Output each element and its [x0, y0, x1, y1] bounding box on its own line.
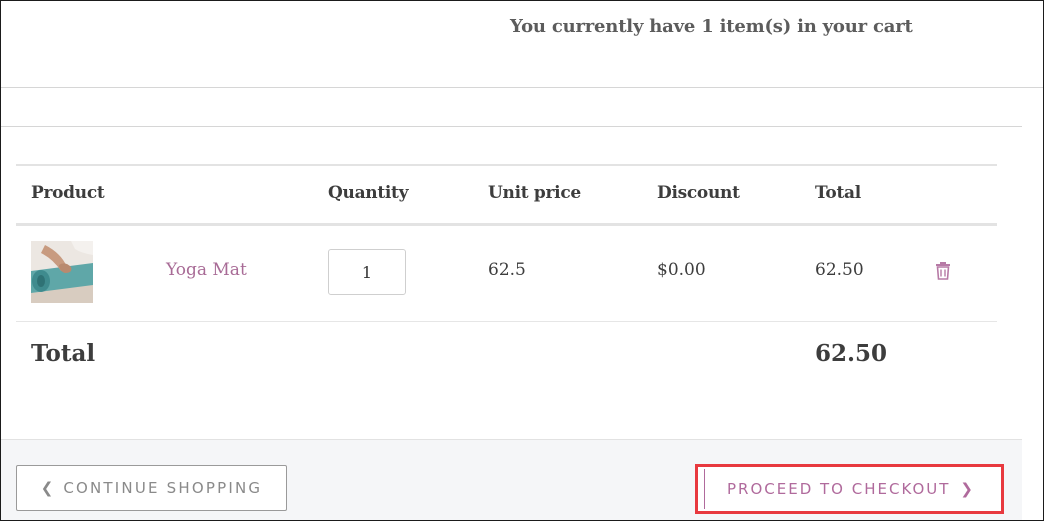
header-total: Total [815, 183, 861, 203]
discount-value: $0.00 [657, 260, 706, 280]
header-quantity: Quantity [328, 183, 409, 203]
cart-summary-bar: You currently have 1 item(s) in your car… [1, 1, 1043, 88]
proceed-to-checkout-button[interactable]: PROCEED TO CHECKOUT ❯ [695, 464, 1004, 514]
cart-actions: ❮ CONTINUE SHOPPING PROCEED TO CHECKOUT … [1, 439, 1022, 520]
table-header: Product Quantity Unit price Discount Tot… [16, 164, 997, 226]
header-discount: Discount [657, 183, 740, 203]
cart-count-message: You currently have 1 item(s) in your car… [510, 16, 913, 37]
cart-table: Product Quantity Unit price Discount Tot… [16, 164, 997, 386]
table-row: Yoga Mat 62.5 $0.00 62.50 [16, 226, 997, 322]
divider [1, 126, 1022, 127]
header-unit-price: Unit price [488, 183, 581, 203]
checkout-label: PROCEED TO CHECKOUT [726, 480, 951, 498]
product-link-yoga-mat[interactable]: Yoga Mat [166, 260, 247, 280]
continue-shopping-button[interactable]: ❮ CONTINUE SHOPPING [16, 465, 287, 511]
chevron-right-icon: ❯ [960, 480, 973, 498]
chevron-left-icon: ❮ [40, 479, 54, 497]
cart-page: You currently have 1 item(s) in your car… [0, 0, 1044, 521]
checkout-button-inner: PROCEED TO CHECKOUT ❯ [704, 469, 995, 509]
cart-total-label: Total [31, 340, 96, 367]
yoga-mat-photo-icon [31, 241, 93, 303]
line-total-value: 62.50 [815, 260, 864, 280]
cart-total-row: Total 62.50 [16, 322, 997, 386]
unit-price-value: 62.5 [488, 260, 526, 280]
product-thumbnail[interactable] [31, 241, 93, 303]
continue-shopping-label: CONTINUE SHOPPING [63, 479, 263, 497]
cart-total-value: 62.50 [815, 340, 888, 367]
quantity-input[interactable] [328, 249, 406, 295]
header-product: Product [31, 183, 105, 203]
trash-icon [936, 262, 950, 280]
remove-item-button[interactable] [934, 261, 952, 281]
